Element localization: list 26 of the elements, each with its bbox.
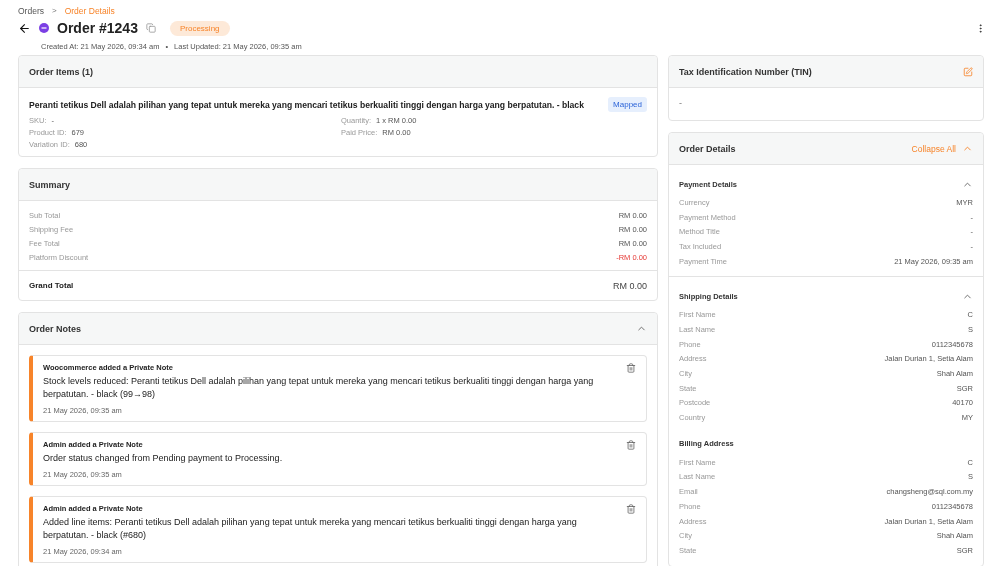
- note-text: Added line items: Peranti tetikus Dell adalah pilihan yang tepat untuk mereka yang mencari tetikus berkualiti tinggi dengan harga yang berpatutan. - black (#680): [43, 516, 578, 542]
- tin-value: -: [678, 97, 683, 110]
- status-dot-icon: [39, 23, 49, 33]
- card-title: Order Items (1): [29, 66, 95, 77]
- breadcrumb-link[interactable]: Order Details: [64, 5, 115, 16]
- breadcrumb-separator: >: [52, 6, 57, 15]
- total-label: Grand Total: [29, 281, 74, 290]
- order-title: Order #1243: [57, 20, 138, 36]
- mapped-badge: Mapped: [608, 97, 647, 112]
- delete-icon[interactable]: [626, 504, 636, 514]
- note-text: Stock levels reduced: Peranti tetikus Dell adalah pilihan yang tepat untuk mereka yang mencari tetikus berkualiti tinggi dengan harga yang berpatutan. - black (99→98): [43, 375, 595, 401]
- total-value: RM 0.00: [613, 280, 647, 291]
- card-title: Order Notes: [29, 323, 82, 334]
- note-text: Order status changed from Pending payment to Processing.: [43, 452, 284, 465]
- edit-icon[interactable]: [963, 66, 973, 77]
- copy-icon[interactable]: [145, 23, 156, 33]
- delete-icon[interactable]: [626, 363, 636, 373]
- card-title: Order Details: [679, 143, 737, 154]
- card-title: Summary: [29, 179, 72, 190]
- delete-icon[interactable]: [626, 440, 636, 450]
- breadcrumb-link[interactable]: Orders: [18, 5, 44, 16]
- status-badge: Processing: [169, 20, 230, 36]
- product-name: Peranti tetikus Dell adalah pilihan yang tepat untuk mereka yang mencari tetikus berkualiti tinggi dengan harga yang berpatutan. - black: [29, 99, 584, 110]
- collapse-all-button[interactable]: Collapse All: [911, 143, 956, 154]
- card-title: Tax Identification Number (TIN): [679, 66, 813, 77]
- back-icon[interactable]: [18, 21, 31, 35]
